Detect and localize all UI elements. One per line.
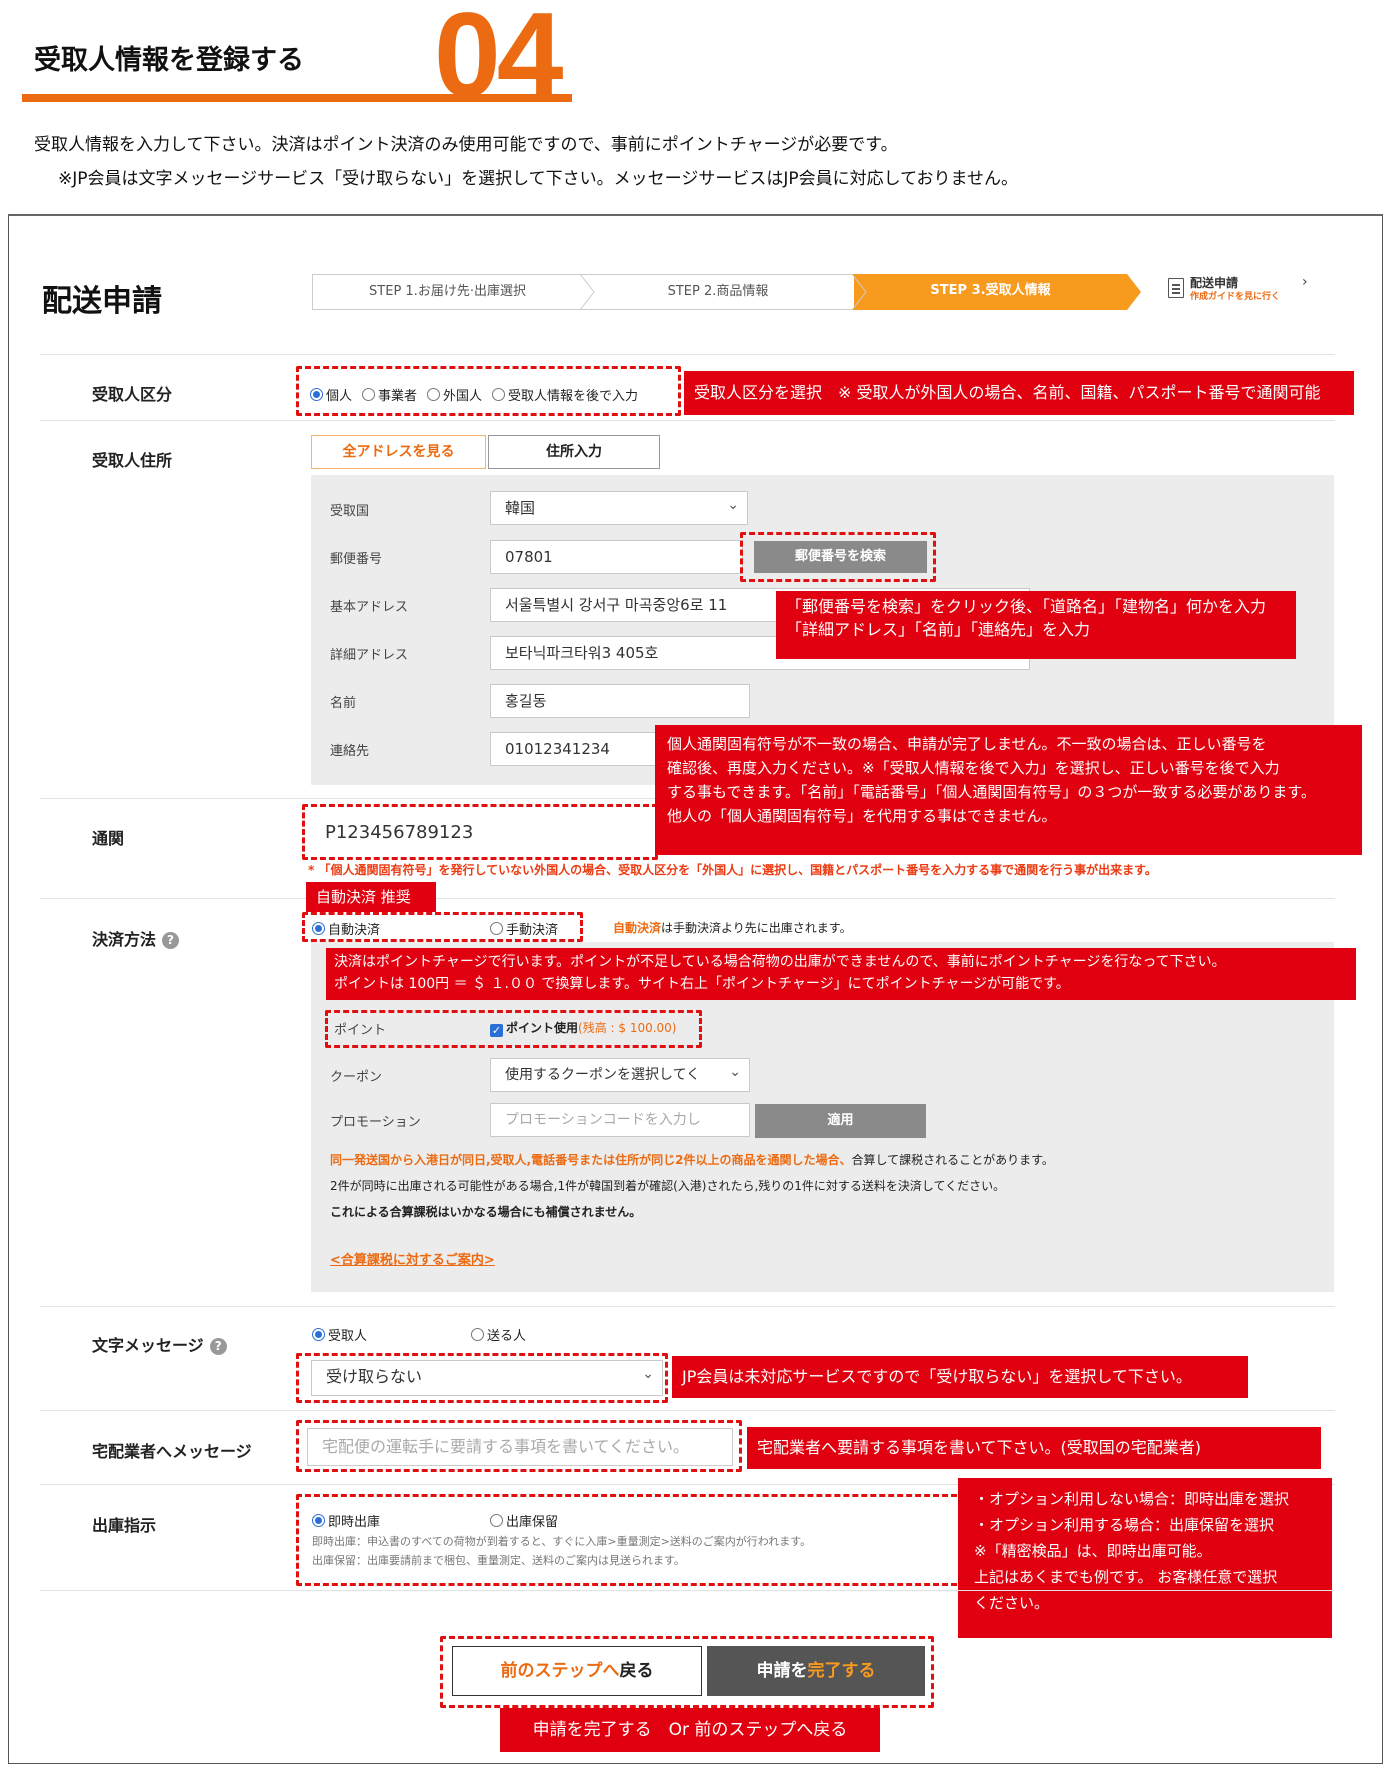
postal-input[interactable]: 07801 [490,540,743,574]
radio-sms-recipient[interactable]: 受取人 [312,1325,367,1344]
step-chevron-icon [852,274,868,310]
recipient-type-options: 個人 事業者 外国人 受取人情報を後で入力 [310,385,638,404]
address-callout: 「郵便番号を検索」をクリック後、「道路名」「建物名」何かを入力 「詳細アドレス」… [776,591,1296,659]
back-button[interactable]: 前のステップへ戻る [452,1646,702,1696]
chevron-right-icon: › [1302,274,1308,290]
radio-auto-payment[interactable]: 自動決済 [312,919,380,938]
postal-search-button[interactable]: 郵便番号を検索 [754,541,927,573]
radio-sms-sender[interactable]: 送る人 [471,1325,526,1344]
radio-dot [362,388,376,401]
section-step-number: 04 [434,0,563,122]
courier-callout: 宅配業者へ要請する事項を書いて下さい。(受取国の宅配業者) [747,1427,1321,1469]
detail-address-label: 詳細アドレス [330,648,409,663]
divider [40,898,1335,899]
submit-button[interactable]: 申請を完了する [707,1646,925,1696]
radio-dot [312,922,325,935]
radio-business[interactable]: 事業者 [362,385,417,404]
radio-dot [471,1328,484,1341]
step-2: STEP 2.商品情報 [582,274,854,310]
radio-foreigner[interactable]: 外国人 [427,385,482,404]
point-label: ポイント [334,1023,387,1038]
divider [40,1306,1335,1307]
guide-link[interactable]: 配送申請 作成ガイドを見に行く › [1168,272,1318,308]
shipping-callout: ・オプション利用しない場合：即時出庫を選択 ・オプション利用する場合：出庫保留を… [958,1478,1332,1638]
radio-individual[interactable]: 個人 [310,385,352,404]
postal-label: 郵便番号 [330,552,383,567]
name-input[interactable]: 홍길동 [490,684,750,718]
sms-select[interactable]: 受け取らない [311,1360,663,1396]
courier-message-input[interactable]: 宅配便の運転手に要請する事項を書いてください。 [307,1428,733,1466]
tax-note-1: 同一発送国から入港日が同日,受取人,電話番号または住所が同じ2件以上の商品を通関… [330,1153,1054,1167]
courier-message-label: 宅配業者へメッセージ [92,1442,252,1461]
step-indicator: STEP 1.お届け先·出庫選択 STEP 2.商品情報 STEP 3.受取人情… [312,274,1141,310]
contact-input[interactable]: 01012341234 [490,732,680,766]
tab-address-input[interactable]: 住所入力 [488,435,660,469]
promo-label: プロモーション [330,1115,421,1130]
help-icon[interactable]: ? [162,932,180,949]
country-label: 受取国 [330,504,370,519]
buttons-callout: 申請を完了する Or 前のステップへ戻る [500,1708,880,1752]
sms-callout: JP会員は未対応サービスですので「受け取らない」を選択して下さい。 [672,1356,1248,1398]
recipient-type-label: 受取人区分 [92,385,173,404]
document-icon [1168,278,1184,298]
section-description: 受取人情報を入力して下さい。決済はポイント決済のみ使用可能ですので、事前にポイン… [34,135,898,155]
tax-info-link[interactable]: <合算課税に対するご案内> [330,1252,495,1269]
tax-note-2: 2件が同時に出庫される可能性がある場合,1件が韓国到着が確認(入港)されたら,残… [330,1179,1006,1193]
shipping-instruction-label: 出庫指示 [92,1516,157,1535]
country-select[interactable]: 韓国 [490,491,748,525]
promo-input[interactable]: プロモーションコードを入力し [490,1103,750,1137]
sms-label: 文字メッセージ? [92,1332,227,1356]
recipient-type-callout: 受取人区分を選択 ※ 受取人が外国人の場合、名前、国籍、パスポート番号で通関可能 [684,371,1354,415]
step-chevron-icon [580,274,595,310]
radio-ship-now[interactable]: 即時出庫 [312,1511,380,1530]
radio-dot [492,388,506,401]
help-icon[interactable]: ? [209,1338,227,1355]
name-label: 名前 [330,696,357,711]
radio-dot [312,1328,325,1341]
radio-dot [490,922,503,935]
divider [40,354,1335,355]
radio-dot [490,1514,503,1527]
customs-note: * 「個人通関固有符号」を発行していない外国人の場合、受取人区分を「外国人」に選… [308,863,1157,877]
radio-dot [312,1514,325,1527]
radio-manual-payment[interactable]: 手動決済 [490,919,558,938]
radio-dot [310,388,323,401]
basic-address-label: 基本アドレス [330,600,409,615]
payment-hint: 自動決済は手動決済より先に出庫されます。 [613,921,852,935]
ship-now-desc: 即時出庫：申込書のすべての荷物が到着すると、すぐに入庫>重量測定>送料のご案内が… [312,1535,812,1548]
apply-button[interactable]: 適用 [755,1104,926,1138]
step-chevron-icon [1127,274,1141,310]
page-title: 配送申請 [42,284,162,319]
coupon-select[interactable]: 使用するクーポンを選択してく [490,1058,750,1092]
coupon-label: クーポン [330,1070,383,1085]
title-underline [22,94,572,102]
ship-hold-desc: 出庫保留：出庫要請前まで梱包、重量測定、送料のご案内は見送られます。 [312,1554,685,1567]
tab-full-address[interactable]: 全アドレスを見る [311,435,486,469]
step-1: STEP 1.お届け先·出庫選択 [312,274,582,310]
step-3-active: STEP 3.受取人情報 [854,274,1127,310]
section-note: ※JP会員は文字メッセージサービス「受け取らない」を選択して下さい。メッセージサ… [58,169,1019,189]
point-balance: (残高 : $ 100.00) [578,1021,677,1035]
point-use-checkbox[interactable]: ✓ ポイント使用(残高 : $ 100.00) [490,1020,677,1037]
guide-subtitle: 作成ガイドを見に行く [1190,292,1281,302]
recommend-tag: 自動決済 推奨 [306,882,436,912]
address-label: 受取人住所 [92,451,173,470]
customs-label: 通関 [92,829,125,848]
radio-dot [427,388,441,401]
payment-callout: 決済はポイントチャージで行います。ポイントが不足している場合荷物の出庫ができませ… [326,948,1356,1000]
payment-label: 決済方法? [92,926,180,950]
page: 受取人情報を登録する 04 受取人情報を入力して下さい。決済はポイント決済のみ使… [0,0,1390,1769]
divider [40,1590,1335,1591]
contact-label: 連絡先 [330,744,370,759]
divider [40,420,1335,421]
radio-later[interactable]: 受取人情報を後で入力 [492,385,638,404]
tax-note-3: これによる合算課税はいかなる場合にも補償されません。 [330,1205,642,1219]
divider [40,1410,1335,1411]
customs-code-input[interactable]: P123456789123 [311,816,651,852]
customs-callout: 個人通関固有符号が不一致の場合、申請が完了しません。不一致の場合は、正しい番号を… [655,725,1362,855]
checkbox-checked-icon: ✓ [490,1024,503,1037]
radio-ship-hold[interactable]: 出庫保留 [490,1511,558,1530]
section-title: 受取人情報を登録する [34,45,304,76]
